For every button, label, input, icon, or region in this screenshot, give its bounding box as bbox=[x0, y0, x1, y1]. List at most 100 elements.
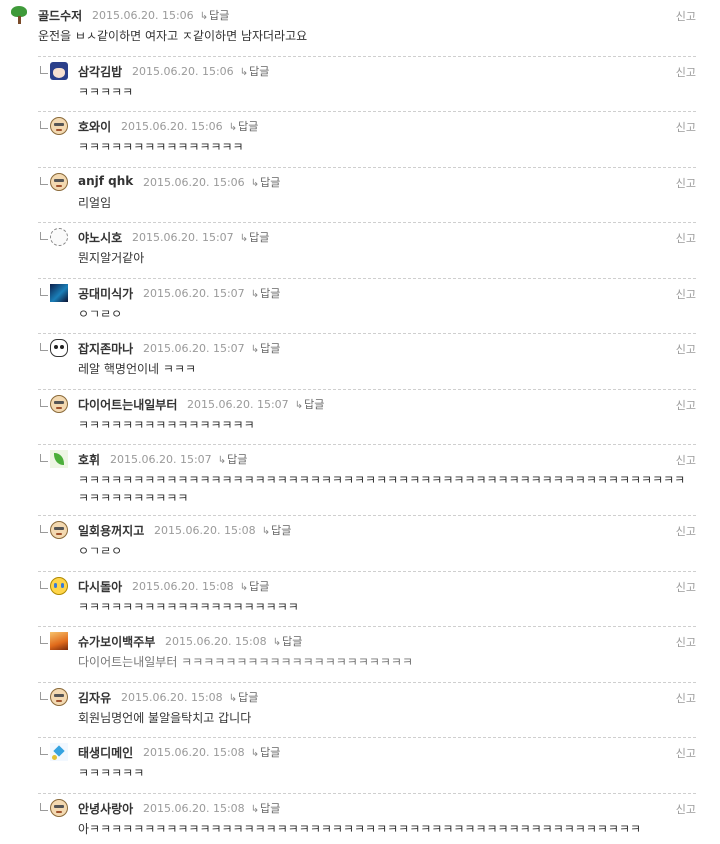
reply-indent-icon bbox=[40, 288, 48, 296]
reply-comment: 다시돌아 2015.06.20. 15:08 ↳답글 신고 ㅋㅋㅋㅋㅋㅋㅋㅋㅋㅋㅋㅋㅋㅋ… bbox=[0, 571, 720, 626]
comment-text: ㅋㅋㅋㅋㅋㅋㅋㅋㅋㅋㅋㅋㅋㅋㅋ bbox=[78, 140, 244, 154]
report-button[interactable]: 신고 bbox=[676, 579, 696, 595]
reply-indent-icon bbox=[40, 177, 48, 185]
reply-button[interactable]: ↳답글 bbox=[240, 580, 270, 593]
reply-comment: 다이어트는내일부터 2015.06.20. 15:07 ↳답글 신고 ㅋㅋㅋㅋㅋㅋㅋㅋㅋ… bbox=[0, 389, 720, 444]
leaf-icon[interactable] bbox=[50, 450, 68, 468]
comment-author[interactable]: 슈가보이백주부 bbox=[78, 633, 155, 650]
reply-button[interactable]: ↳답글 bbox=[240, 231, 270, 244]
cloud-icon[interactable] bbox=[50, 228, 68, 246]
reply-label: 답글 bbox=[260, 287, 281, 300]
report-button[interactable]: 신고 bbox=[676, 8, 696, 24]
reply-label: 답글 bbox=[238, 120, 259, 133]
comment-text: 운전을 ㅂㅅ같이하면 여자고 ㅈ같이하면 남자더라고요 bbox=[38, 29, 308, 43]
comment-author[interactable]: 김자유 bbox=[78, 689, 111, 706]
default-face-icon[interactable] bbox=[50, 521, 68, 539]
default-face-icon[interactable] bbox=[50, 799, 68, 817]
report-button[interactable]: 신고 bbox=[676, 119, 696, 135]
anime-character-icon[interactable] bbox=[50, 62, 68, 80]
report-button[interactable]: 신고 bbox=[676, 634, 696, 650]
comment-meta: 2015.06.20. 15:07 ↳답글 bbox=[143, 340, 280, 356]
report-button[interactable]: 신고 bbox=[676, 286, 696, 302]
sunset-image-icon[interactable] bbox=[50, 632, 68, 650]
report-button[interactable]: 신고 bbox=[676, 64, 696, 80]
comment-date: 2015.06.20. 15:08 bbox=[143, 746, 245, 759]
reply-indent-icon bbox=[40, 803, 48, 811]
sparkle-icon[interactable] bbox=[50, 743, 68, 761]
default-face-icon[interactable] bbox=[50, 395, 68, 413]
reply-indent-icon bbox=[40, 66, 48, 74]
comment-author[interactable]: anjf qhk bbox=[78, 174, 133, 188]
reply-button[interactable]: ↳답글 bbox=[251, 342, 281, 355]
panda-icon[interactable] bbox=[50, 339, 68, 357]
report-button[interactable]: 신고 bbox=[676, 397, 696, 413]
reply-comment: 호휘 2015.06.20. 15:07 ↳답글 신고 ㅋㅋㅋㅋㅋㅋㅋㅋㅋㅋㅋㅋㅋㅋㅋㅋ… bbox=[0, 444, 720, 515]
default-face-icon[interactable] bbox=[50, 688, 68, 706]
comment-author[interactable]: 태생디메인 bbox=[78, 744, 133, 761]
comment-author[interactable]: 삼각김밥 bbox=[78, 63, 122, 80]
comment-meta: 2015.06.20. 15:06 ↳답글 bbox=[121, 118, 258, 134]
reply-button[interactable]: ↳답글 bbox=[218, 453, 248, 466]
comment-meta: 2015.06.20. 15:08 ↳답글 bbox=[154, 522, 291, 538]
reply-button[interactable]: ↳답글 bbox=[251, 802, 281, 815]
reply-comment: 야노시호 2015.06.20. 15:07 ↳답글 신고 뭔지알거같아 bbox=[0, 222, 720, 278]
reply-button[interactable]: ↳답글 bbox=[251, 746, 281, 759]
report-button[interactable]: 신고 bbox=[676, 745, 696, 761]
reply-arrow-icon: ↳ bbox=[250, 289, 260, 300]
default-face-icon[interactable] bbox=[50, 173, 68, 191]
reply-label: 답글 bbox=[260, 176, 281, 189]
reply-comment: 김자유 2015.06.20. 15:08 ↳답글 신고 회원님명언에 불알을탁치고 갑… bbox=[0, 682, 720, 737]
comment-author[interactable]: 공대미식가 bbox=[78, 285, 133, 302]
reply-button[interactable]: ↳답글 bbox=[295, 398, 325, 411]
comment-meta: 2015.06.20. 15:07 ↳답글 bbox=[187, 396, 324, 412]
report-button[interactable]: 신고 bbox=[676, 523, 696, 539]
comment-text: 아ㅋㅋㅋㅋㅋㅋㅋㅋㅋㅋㅋㅋㅋㅋㅋㅋㅋㅋㅋㅋㅋㅋㅋㅋㅋㅋㅋㅋㅋㅋㅋㅋㅋㅋㅋㅋㅋㅋㅋ… bbox=[78, 822, 642, 836]
reply-arrow-icon: ↳ bbox=[228, 122, 238, 133]
reply-button[interactable]: ↳답글 bbox=[262, 524, 292, 537]
reply-button[interactable]: ↳답글 bbox=[229, 120, 259, 133]
comment-author[interactable]: 호와이 bbox=[78, 118, 111, 135]
comment-date: 2015.06.20. 15:07 bbox=[187, 398, 289, 411]
report-button[interactable]: 신고 bbox=[676, 801, 696, 817]
report-button[interactable]: 신고 bbox=[676, 230, 696, 246]
comment-date: 2015.06.20. 15:06 bbox=[132, 65, 234, 78]
comment-author[interactable]: 다이어트는내일부터 bbox=[78, 396, 177, 413]
reply-button[interactable]: ↳답글 bbox=[200, 9, 230, 22]
comment-meta: 2015.06.20. 15:06 ↳답글 bbox=[132, 63, 269, 79]
comment-date: 2015.06.20. 15:08 bbox=[132, 580, 234, 593]
default-face-icon[interactable] bbox=[50, 117, 68, 135]
tree-icon[interactable] bbox=[10, 6, 28, 24]
reply-label: 답글 bbox=[260, 746, 281, 759]
comment-meta: 2015.06.20. 15:08 ↳답글 bbox=[165, 633, 302, 649]
reply-label: 답글 bbox=[209, 9, 230, 22]
report-button[interactable]: 신고 bbox=[676, 452, 696, 468]
comment-author[interactable]: 안녕사랑아 bbox=[78, 800, 133, 817]
reply-label: 답글 bbox=[238, 691, 259, 704]
comment-author[interactable]: 일회용꺼지고 bbox=[78, 522, 144, 539]
comment-text: 레알 핵명언이네 ㅋㅋㅋ bbox=[78, 362, 197, 376]
reply-button[interactable]: ↳답글 bbox=[251, 287, 281, 300]
comment-author[interactable]: 골드수저 bbox=[38, 7, 82, 24]
comment-author[interactable]: 호휘 bbox=[78, 451, 100, 468]
report-button[interactable]: 신고 bbox=[676, 341, 696, 357]
comment-text: ㅇㄱㄹㅇ bbox=[78, 544, 123, 558]
reply-button[interactable]: ↳답글 bbox=[273, 635, 303, 648]
comment-author[interactable]: 다시돌아 bbox=[78, 578, 122, 595]
reply-button[interactable]: ↳답글 bbox=[240, 65, 270, 78]
reply-button[interactable]: ↳답글 bbox=[251, 176, 281, 189]
reply-button[interactable]: ↳답글 bbox=[229, 691, 259, 704]
comment-meta: 2015.06.20. 15:08 ↳답글 bbox=[143, 800, 280, 816]
crying-face-icon[interactable] bbox=[50, 577, 68, 595]
reply-comment: 호와이 2015.06.20. 15:06 ↳답글 신고 ㅋㅋㅋㅋㅋㅋㅋㅋㅋㅋㅋㅋㅋㅋㅋ bbox=[0, 111, 720, 167]
comment-author[interactable]: 잡지존마나 bbox=[78, 340, 133, 357]
reply-arrow-icon: ↳ bbox=[250, 748, 260, 759]
reply-arrow-icon: ↳ bbox=[250, 804, 260, 815]
reply-indent-icon bbox=[40, 581, 48, 589]
comment-text: ㅋㅋㅋㅋㅋㅋ bbox=[78, 766, 145, 780]
report-button[interactable]: 신고 bbox=[676, 175, 696, 191]
comment-text: ㅋㅋㅋㅋㅋㅋㅋㅋㅋㅋㅋㅋㅋㅋㅋㅋㅋㅋㅋㅋㅋㅋㅋㅋㅋㅋㅋㅋㅋㅋㅋㅋㅋㅋㅋㅋㅋㅋㅋㅋ… bbox=[78, 473, 686, 505]
report-button[interactable]: 신고 bbox=[676, 690, 696, 706]
comment-author[interactable]: 야노시호 bbox=[78, 229, 122, 246]
reply-indent-icon bbox=[40, 454, 48, 462]
space-image-icon[interactable] bbox=[50, 284, 68, 302]
